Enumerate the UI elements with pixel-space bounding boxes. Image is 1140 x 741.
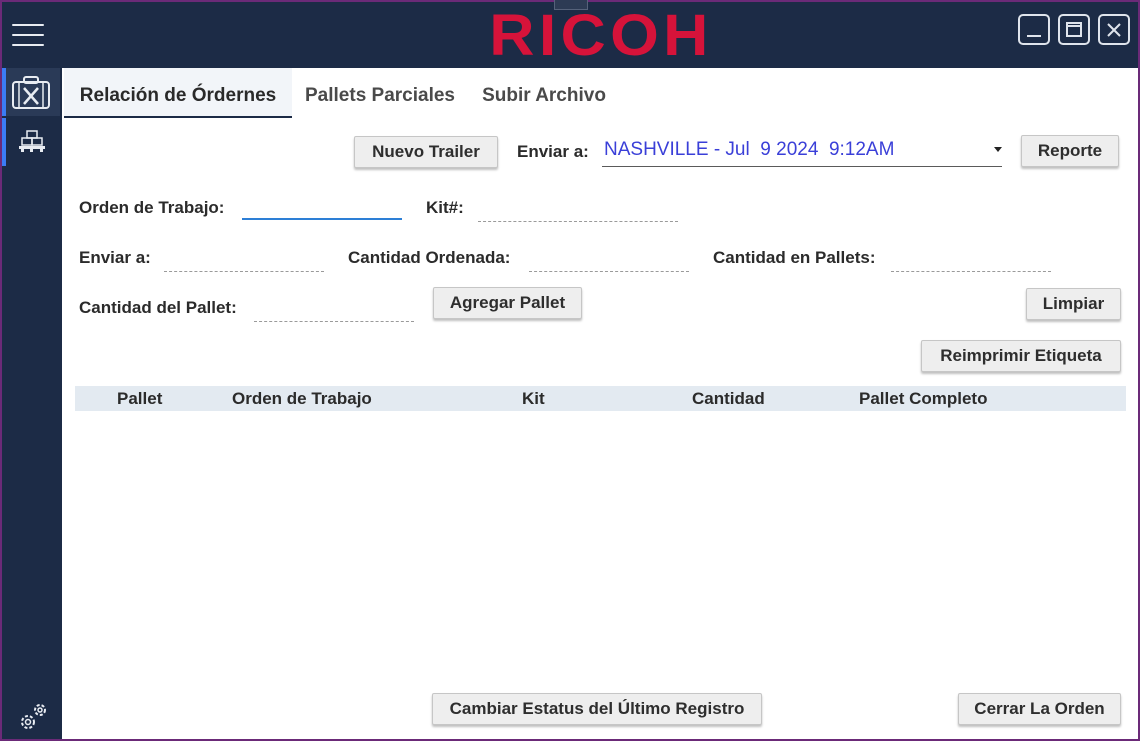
hamburger-menu-icon[interactable] bbox=[12, 24, 44, 48]
tab-pallets-parciales[interactable]: Pallets Parciales bbox=[300, 68, 460, 118]
send-to-dropdown[interactable]: NASHVILLE - Jul 9 2024 9:12AM bbox=[602, 137, 1002, 167]
app-window: RICOH Relación de Órdernes Pallets Parci… bbox=[0, 0, 1140, 741]
close-order-button[interactable]: Cerrar La Orden bbox=[958, 693, 1121, 725]
title-bar: RICOH bbox=[2, 0, 1138, 68]
column-header-pallet-complete[interactable]: Pallet Completo bbox=[859, 386, 987, 411]
reprint-label-button[interactable]: Reimprimir Etiqueta bbox=[921, 340, 1121, 372]
maximize-button[interactable] bbox=[1058, 14, 1090, 45]
qty-in-pallets-input[interactable] bbox=[891, 250, 1051, 272]
send-to-label: Enviar a: bbox=[517, 142, 589, 161]
work-order-label: Orden de Trabajo: bbox=[79, 198, 225, 217]
tab-subir-archivo[interactable]: Subir Archivo bbox=[474, 68, 614, 118]
kit-input[interactable] bbox=[478, 200, 678, 222]
new-trailer-button[interactable]: Nuevo Trailer bbox=[354, 136, 498, 168]
pallet-qty-input[interactable] bbox=[254, 300, 414, 322]
column-header-quantity[interactable]: Cantidad bbox=[692, 386, 765, 411]
toolbox-icon bbox=[12, 76, 50, 109]
minimize-icon bbox=[1027, 35, 1041, 37]
grid-header: Pallet Orden de Trabajo Kit Cantidad Pal… bbox=[75, 386, 1126, 411]
pallet-boxes-icon bbox=[19, 130, 45, 152]
report-button[interactable]: Reporte bbox=[1021, 135, 1119, 167]
qty-ordered-label: Cantidad Ordenada: bbox=[348, 248, 511, 267]
tab-relacion-ordenes[interactable]: Relación de Órdernes bbox=[64, 68, 292, 118]
ship-to-input[interactable] bbox=[164, 250, 324, 272]
sidebar bbox=[2, 68, 60, 739]
send-to-value: NASHVILLE - Jul 9 2024 9:12AM bbox=[604, 139, 895, 160]
minimize-button[interactable] bbox=[1018, 14, 1050, 45]
close-icon bbox=[1107, 23, 1121, 37]
active-indicator bbox=[2, 68, 6, 116]
close-button[interactable] bbox=[1098, 14, 1130, 45]
tab-bar: Relación de Órdernes Pallets Parciales S… bbox=[62, 68, 1138, 120]
clear-button[interactable]: Limpiar bbox=[1026, 288, 1121, 320]
add-pallet-button[interactable]: Agregar Pallet bbox=[433, 287, 582, 319]
ricoh-logo: RICOH bbox=[489, 3, 713, 68]
qty-in-pallets-label: Cantidad en Pallets: bbox=[713, 248, 876, 267]
sidebar-item-tools[interactable] bbox=[2, 68, 60, 116]
ship-to-label: Enviar a: bbox=[79, 248, 151, 267]
settings-gears-icon[interactable] bbox=[16, 700, 50, 734]
work-order-input[interactable] bbox=[242, 198, 402, 220]
column-header-kit[interactable]: Kit bbox=[522, 386, 545, 411]
column-header-pallet[interactable]: Pallet bbox=[117, 386, 162, 411]
column-header-work-order[interactable]: Orden de Trabajo bbox=[232, 386, 372, 411]
qty-ordered-input[interactable] bbox=[529, 250, 689, 272]
grid-body[interactable] bbox=[75, 411, 1126, 681]
main-content: Relación de Órdernes Pallets Parciales S… bbox=[62, 68, 1138, 739]
sidebar-item-pallets[interactable] bbox=[2, 118, 60, 166]
change-status-button[interactable]: Cambiar Estatus del Último Registro bbox=[432, 693, 762, 725]
pallet-qty-label: Cantidad del Pallet: bbox=[79, 298, 237, 317]
maximize-icon bbox=[1066, 22, 1082, 37]
kit-label: Kit#: bbox=[426, 198, 464, 217]
chevron-down-icon bbox=[994, 147, 1002, 152]
active-indicator bbox=[2, 118, 6, 166]
